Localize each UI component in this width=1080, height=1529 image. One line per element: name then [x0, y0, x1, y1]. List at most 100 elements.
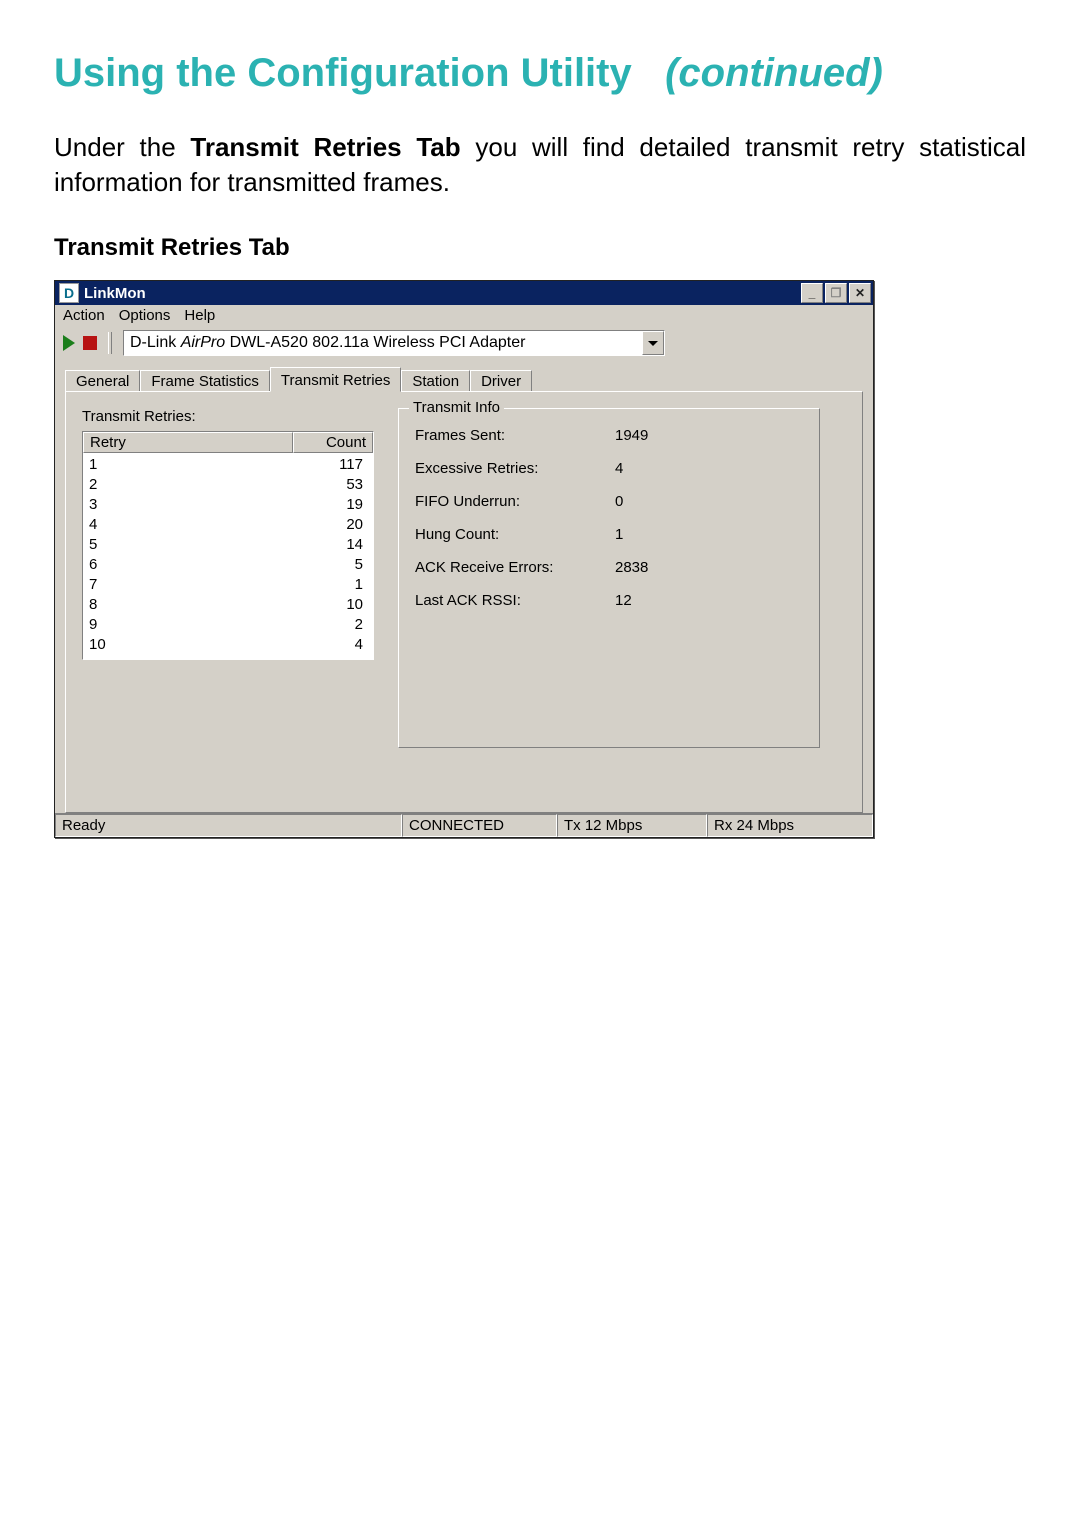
- excessive-retries-label: Excessive Retries:: [415, 460, 615, 477]
- subheading: Transmit Retries Tab: [54, 234, 1026, 262]
- col-count[interactable]: Count: [293, 432, 373, 453]
- tab-general[interactable]: General: [65, 370, 140, 392]
- retry-cell: 1: [83, 455, 295, 475]
- restore-button[interactable]: ❐: [825, 283, 847, 303]
- table-row[interactable]: 253: [83, 475, 373, 495]
- tabs: General Frame Statistics Transmit Retrie…: [65, 366, 863, 391]
- linkmon-window: D LinkMon _ ❐ ✕ Action Options Help D-Li…: [54, 280, 874, 838]
- status-rx: Rx 24 Mbps: [707, 814, 873, 837]
- adapter-select-text: D-Link AirPro DWL-A520 802.11a Wireless …: [124, 334, 642, 352]
- count-cell: 14: [295, 535, 374, 555]
- intro-bold: Transmit Retries Tab: [190, 132, 460, 162]
- page-title-main: Using the Configuration Utility: [54, 51, 632, 95]
- window-title: LinkMon: [84, 285, 146, 302]
- count-cell: 10: [295, 595, 374, 615]
- adapter-prefix: D-Link: [130, 334, 181, 351]
- app-icon: D: [59, 283, 79, 303]
- tab-control: General Frame Statistics Transmit Retrie…: [65, 366, 863, 813]
- frames-sent-label: Frames Sent:: [415, 427, 615, 444]
- col-retry[interactable]: Retry: [83, 432, 293, 453]
- retry-cell: 6: [83, 555, 295, 575]
- retry-cell: 10: [83, 635, 295, 655]
- tab-transmit-retries[interactable]: Transmit Retries: [270, 367, 401, 392]
- table-row[interactable]: 319: [83, 495, 373, 515]
- adapter-dropdown-button[interactable]: [642, 331, 664, 355]
- count-cell: 19: [295, 495, 374, 515]
- titlebar: D LinkMon _ ❐ ✕: [55, 281, 873, 305]
- toolbar-separator: [108, 332, 112, 354]
- play-icon[interactable]: [63, 335, 75, 351]
- intro-paragraph: Under the Transmit Retries Tab you will …: [54, 130, 1026, 200]
- last-ack-rssi-value: 12: [615, 592, 715, 609]
- table-row[interactable]: 810: [83, 595, 373, 615]
- retries-list-headers: Retry Count: [83, 432, 373, 453]
- table-row[interactable]: 514: [83, 535, 373, 555]
- retry-cell: 4: [83, 515, 295, 535]
- info-hung-count: Hung Count: 1: [415, 526, 803, 543]
- fifo-underrun-label: FIFO Underrun:: [415, 493, 615, 510]
- status-connected: CONNECTED: [402, 814, 557, 837]
- excessive-retries-value: 4: [615, 460, 715, 477]
- adapter-suffix: DWL-A520 802.11a Wireless PCI Adapter: [225, 334, 525, 351]
- minimize-button[interactable]: _: [801, 283, 823, 303]
- adapter-select[interactable]: D-Link AirPro DWL-A520 802.11a Wireless …: [123, 330, 665, 356]
- retry-cell: 9: [83, 615, 295, 635]
- page-title-continued: (continued): [665, 51, 883, 95]
- status-ready: Ready: [55, 814, 402, 837]
- last-ack-rssi-label: Last ACK RSSI:: [415, 592, 615, 609]
- table-row[interactable]: 104: [83, 635, 373, 655]
- transmit-info-rows: Frames Sent: 1949 Excessive Retries: 4 F…: [415, 427, 803, 609]
- retries-rows: 1117253319420514657181092104: [83, 453, 373, 659]
- status-tx: Tx 12 Mbps: [557, 814, 707, 837]
- info-last-ack-rssi: Last ACK RSSI: 12: [415, 592, 803, 609]
- statusbar: Ready CONNECTED Tx 12 Mbps Rx 24 Mbps: [55, 813, 873, 837]
- retries-panel: Transmit Retries: Retry Count 1117253319…: [82, 408, 374, 660]
- menubar: Action Options Help: [55, 305, 873, 326]
- page-title: Using the Configuration Utility (continu…: [54, 50, 1026, 96]
- count-cell: 4: [295, 635, 374, 655]
- toolbar: D-Link AirPro DWL-A520 802.11a Wireless …: [55, 326, 873, 362]
- table-row[interactable]: 71: [83, 575, 373, 595]
- hung-count-value: 1: [615, 526, 715, 543]
- frames-sent-value: 1949: [615, 427, 715, 444]
- count-cell: 117: [295, 455, 374, 475]
- menu-action[interactable]: Action: [63, 307, 105, 324]
- count-cell: 1: [295, 575, 374, 595]
- info-frames-sent: Frames Sent: 1949: [415, 427, 803, 444]
- menu-help[interactable]: Help: [184, 307, 215, 324]
- retries-list[interactable]: Retry Count 1117253319420514657181092104: [82, 431, 374, 660]
- table-row[interactable]: 1117: [83, 455, 373, 475]
- chevron-down-icon: [648, 341, 658, 346]
- ack-recv-err-label: ACK Receive Errors:: [415, 559, 615, 576]
- tab-driver[interactable]: Driver: [470, 370, 532, 392]
- retry-cell: 8: [83, 595, 295, 615]
- hung-count-label: Hung Count:: [415, 526, 615, 543]
- retry-cell: 5: [83, 535, 295, 555]
- close-button[interactable]: ✕: [849, 283, 871, 303]
- tab-body: Transmit Retries: Retry Count 1117253319…: [65, 391, 863, 813]
- retry-cell: 2: [83, 475, 295, 495]
- retries-label: Transmit Retries:: [82, 408, 374, 425]
- count-cell: 20: [295, 515, 374, 535]
- transmit-info-group: Transmit Info Frames Sent: 1949 Excessiv…: [398, 408, 820, 748]
- retry-cell: 3: [83, 495, 295, 515]
- intro-pre: Under the: [54, 132, 190, 162]
- count-cell: 2: [295, 615, 374, 635]
- table-row[interactable]: 92: [83, 615, 373, 635]
- ack-recv-err-value: 2838: [615, 559, 715, 576]
- stop-icon[interactable]: [83, 336, 97, 350]
- count-cell: 5: [295, 555, 374, 575]
- retry-cell: 7: [83, 575, 295, 595]
- fifo-underrun-value: 0: [615, 493, 715, 510]
- menu-options[interactable]: Options: [119, 307, 171, 324]
- info-excessive-retries: Excessive Retries: 4: [415, 460, 803, 477]
- transmit-info-legend: Transmit Info: [409, 399, 504, 416]
- table-row[interactable]: 420: [83, 515, 373, 535]
- adapter-italic: AirPro: [181, 334, 225, 351]
- tab-station[interactable]: Station: [401, 370, 470, 392]
- info-fifo-underrun: FIFO Underrun: 0: [415, 493, 803, 510]
- tab-frame-statistics[interactable]: Frame Statistics: [140, 370, 270, 392]
- info-ack-receive-errors: ACK Receive Errors: 2838: [415, 559, 803, 576]
- count-cell: 53: [295, 475, 374, 495]
- table-row[interactable]: 65: [83, 555, 373, 575]
